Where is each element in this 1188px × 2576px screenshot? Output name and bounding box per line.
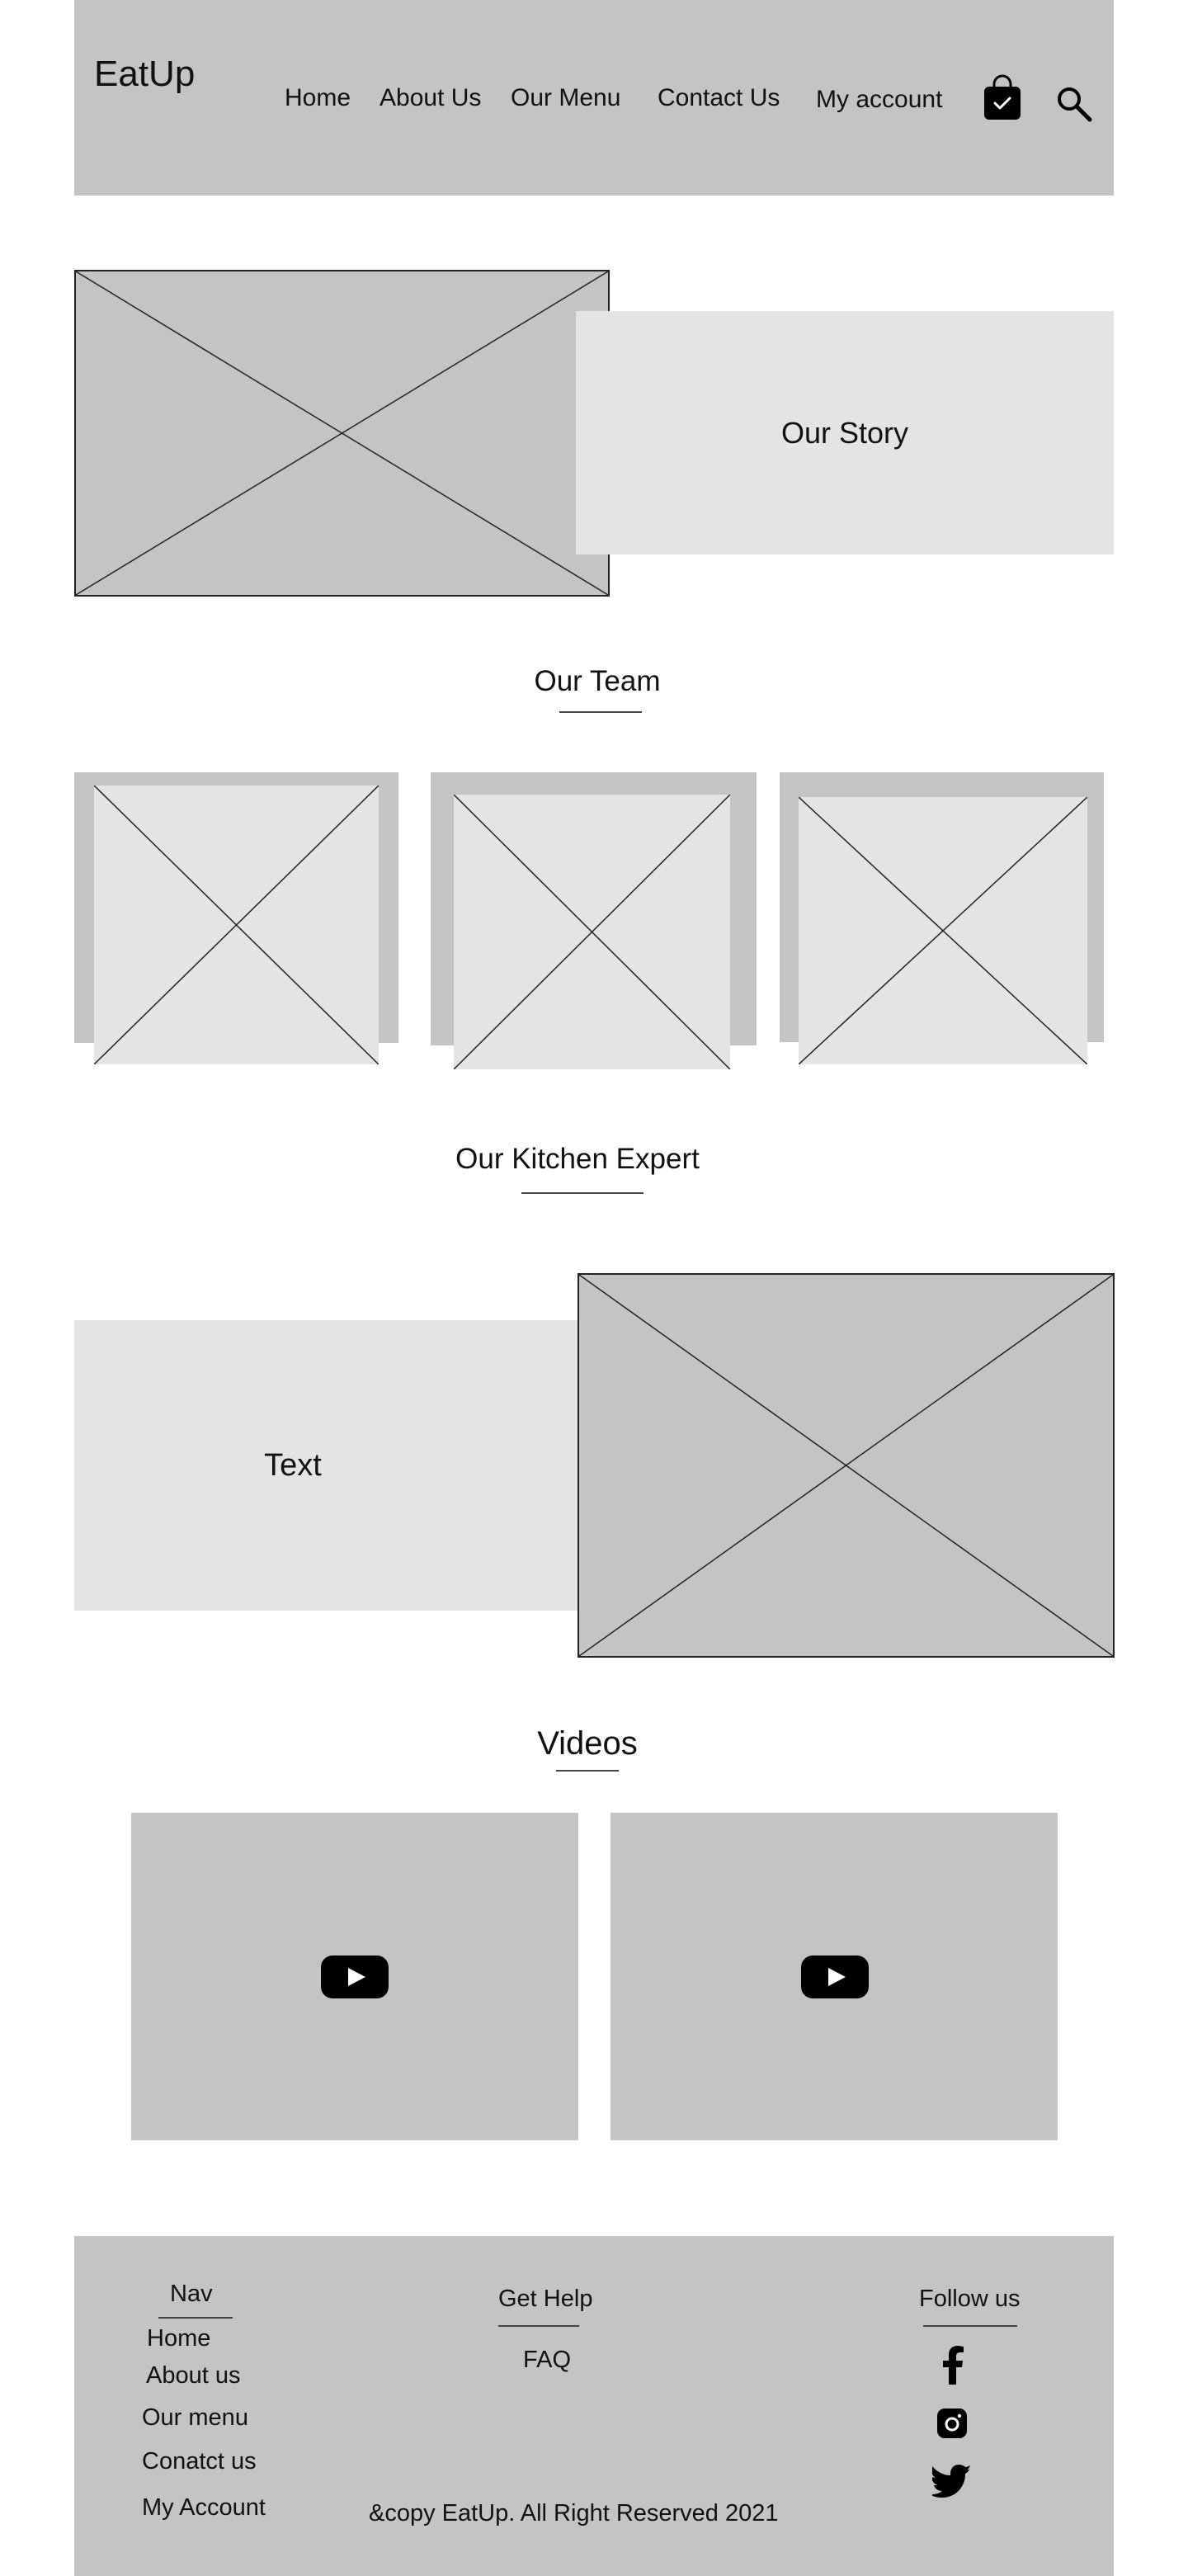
team-card-2-image [454, 795, 730, 1069]
videos-title: Videos [537, 1725, 638, 1762]
team-title-underline [559, 711, 642, 713]
search-icon[interactable] [1055, 85, 1093, 123]
site-header: EatUp Home About Us Our Menu Contact Us … [74, 0, 1114, 196]
youtube-play-icon[interactable] [321, 1955, 389, 1998]
story-panel: Our Story [576, 311, 1114, 554]
footer-link-faq[interactable]: FAQ [523, 2348, 571, 2372]
logo[interactable]: EatUp [94, 56, 195, 92]
copyright-text: &copy EatUp. All Right Reserved 2021 [369, 2500, 779, 2526]
video-1[interactable] [131, 1813, 578, 2140]
nav-about[interactable]: About Us [380, 86, 481, 111]
nav-my-account[interactable]: My account [816, 87, 942, 112]
story-image-placeholder [74, 270, 610, 597]
footer-link-about[interactable]: About us [146, 2364, 240, 2388]
footer-follow-heading: Follow us [919, 2286, 1021, 2312]
story-title: Our Story [780, 415, 909, 450]
footer-help-underline [498, 2325, 579, 2327]
nav-contact[interactable]: Contact Us [658, 86, 780, 111]
team-card-1-image [94, 786, 379, 1064]
video-2[interactable] [610, 1813, 1058, 2140]
nav-menu[interactable]: Our Menu [511, 86, 620, 111]
team-title: Our Team [534, 665, 661, 697]
shopping-bag-icon[interactable] [982, 74, 1023, 120]
kitchen-text-panel: Text [74, 1320, 620, 1611]
videos-title-underline [556, 1770, 619, 1772]
site-footer: Nav Home About us Our menu Conatct us My… [74, 2236, 1114, 2576]
kitchen-title-underline [521, 1192, 644, 1194]
twitter-icon[interactable] [930, 2464, 972, 2498]
footer-nav-heading: Nav [170, 2281, 213, 2307]
kitchen-title: Our Kitchen Expert [455, 1143, 700, 1175]
footer-link-contact[interactable]: Conatct us [142, 2450, 257, 2474]
facebook-icon[interactable] [940, 2345, 965, 2385]
footer-link-home[interactable]: Home [147, 2327, 210, 2351]
footer-link-menu[interactable]: Our menu [142, 2406, 248, 2430]
kitchen-image-placeholder [578, 1273, 1115, 1658]
youtube-play-icon[interactable] [801, 1955, 869, 1998]
footer-nav-underline [158, 2317, 233, 2319]
footer-follow-underline [923, 2325, 1017, 2327]
team-card-3-image [799, 797, 1087, 1064]
nav-home[interactable]: Home [285, 86, 351, 111]
kitchen-text: Text [264, 1447, 322, 1483]
footer-link-my-account[interactable]: My Account [142, 2496, 266, 2520]
instagram-icon[interactable] [937, 2409, 967, 2438]
footer-help-heading: Get Help [498, 2286, 593, 2312]
